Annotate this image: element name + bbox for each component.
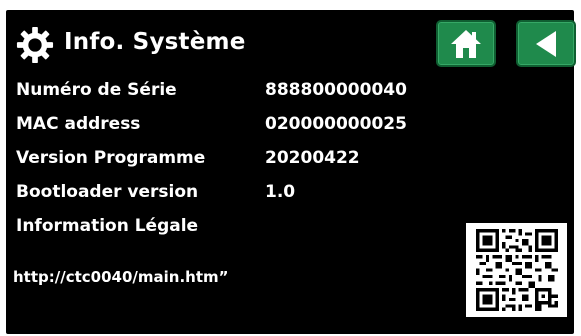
info-value: 20200422 xyxy=(265,148,360,168)
home-icon xyxy=(451,29,481,58)
header-bar: Info. Système xyxy=(6,10,576,72)
info-label: Version Programme xyxy=(16,148,206,168)
qr-code-icon xyxy=(475,229,558,311)
info-label: MAC address xyxy=(16,114,141,134)
home-button[interactable] xyxy=(436,20,496,67)
info-value: 1.0 xyxy=(265,182,296,202)
info-value: 888800000040 xyxy=(265,80,407,100)
legal-information-heading: Information Légale xyxy=(16,216,199,236)
qr-code xyxy=(466,223,567,317)
info-value: 020000000025 xyxy=(265,114,407,134)
display-screen: Info. Système Numéro de Série 8888000000… xyxy=(6,10,576,334)
info-label: Bootloader version xyxy=(16,182,199,202)
legal-url: http://ctc0040/main.htm” xyxy=(13,268,229,286)
back-arrow-icon xyxy=(536,30,556,57)
page-title: Info. Système xyxy=(64,29,246,55)
info-label: Numéro de Série xyxy=(16,80,177,100)
back-button[interactable] xyxy=(516,20,576,67)
gear-icon xyxy=(16,26,54,64)
